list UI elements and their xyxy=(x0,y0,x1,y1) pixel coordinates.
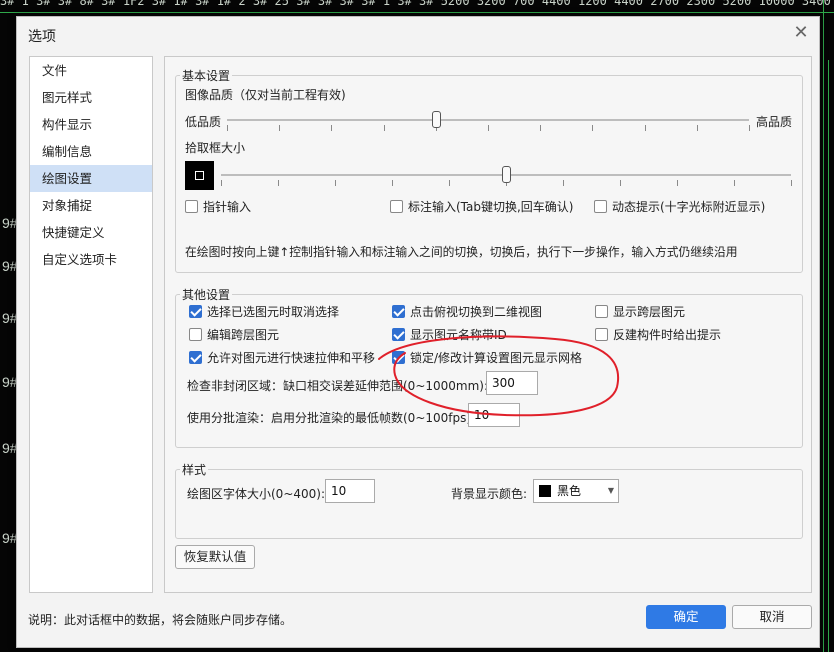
nav-item-compile-info[interactable]: 编制信息 xyxy=(30,138,152,165)
deselect-on-select-checkbox[interactable]: 选择已选图元时取消选择 xyxy=(189,303,339,320)
cad-top-labels: 3# 1 3# 3# 8# 3# 1F2 3# 1# 3# 1# 2 3# 25… xyxy=(0,0,834,8)
checkbox-label: 编辑跨层图元 xyxy=(207,328,280,342)
input-mode-hint: 在绘图时按向上键↑控制指针输入和标注输入之间的切换，切换后，执行下一步操作，输入… xyxy=(185,245,738,259)
bg-color-value: 黑色 xyxy=(557,484,582,498)
slider-tick xyxy=(540,125,542,131)
dimension-input-label: 标注输入(Tab键切换,回车确认) xyxy=(408,200,574,214)
font-size-input[interactable]: 10 xyxy=(325,479,375,503)
checkbox-checked-icon xyxy=(189,351,202,364)
basic-settings-legend: 基本设置 xyxy=(182,69,231,83)
quick-stretch-checkbox[interactable]: 允许对图元进行快速拉伸和平移 xyxy=(189,349,375,366)
nav-item-element-style[interactable]: 图元样式 xyxy=(30,84,152,111)
slider-tick xyxy=(392,180,393,186)
color-swatch xyxy=(539,485,551,497)
slider-tick xyxy=(592,125,594,131)
dynamic-tip-checkbox[interactable]: 动态提示(十字光标附近显示) xyxy=(594,198,765,215)
pick-box-square-icon xyxy=(195,171,204,180)
nav-item-shortcuts[interactable]: 快捷键定义 xyxy=(30,219,152,246)
slider-tick xyxy=(734,180,735,186)
show-cross-layer-checkbox[interactable]: 显示跨层图元 xyxy=(595,303,685,320)
options-dialog: 选项 ✕ 文件 图元样式 构件显示 编制信息 绘图设置 对象捕捉 快捷键定义 自… xyxy=(16,16,820,648)
dynamic-tip-label: 动态提示(十字光标附近显示) xyxy=(612,200,766,214)
slider-tick xyxy=(696,125,698,131)
checkbox-icon xyxy=(185,200,198,213)
pointer-input-label: 指针输入 xyxy=(203,200,252,214)
checkbox-label: 点击俯视切换到二维视图 xyxy=(410,305,543,319)
checkbox-icon xyxy=(594,200,607,213)
dimension-input-checkbox[interactable]: 标注输入(Tab键切换,回车确认) xyxy=(390,198,574,215)
style-legend: 样式 xyxy=(182,463,207,477)
slider-tick xyxy=(279,125,281,131)
slider-tick xyxy=(791,180,792,186)
restore-defaults-button[interactable]: 恢复默认值 xyxy=(175,545,255,569)
cad-left-marks: 9# 9# 9# 9# 9# 9# xyxy=(2,0,18,652)
chevron-down-icon: ▼ xyxy=(607,486,614,495)
pick-box-slider-thumb[interactable] xyxy=(502,166,511,183)
bg-color-select[interactable]: 黑色 ▼ xyxy=(533,479,619,503)
slider-tick xyxy=(335,180,336,186)
settings-panel: 基本设置 图像品质（仅对当前工程有效) 低品质 高品质 拾取框大小 指针输入 标… xyxy=(164,56,812,593)
slider-tick xyxy=(677,180,678,186)
footer-note: 说明：此对话框中的数据，将会随账户同步存储。 xyxy=(28,613,293,627)
slider-tick xyxy=(449,180,450,186)
bg-color-label: 背景显示颜色: xyxy=(451,487,528,501)
high-quality-label: 高品质 xyxy=(756,115,793,129)
cad-grid-line xyxy=(823,0,824,652)
annotation-ellipse xyxy=(378,335,620,417)
checkbox-icon xyxy=(390,200,403,213)
slider-tick xyxy=(227,125,228,131)
nav-item-object-snap[interactable]: 对象捕捉 xyxy=(30,192,152,219)
slider-tick xyxy=(620,180,621,186)
slider-tick xyxy=(383,125,385,131)
nav-item-custom-tab[interactable]: 自定义选项卡 xyxy=(30,246,152,273)
slider-tick xyxy=(563,180,564,186)
checkbox-checked-icon xyxy=(189,305,202,318)
checkbox-icon xyxy=(189,328,202,341)
top-view-2d-checkbox[interactable]: 点击俯视切换到二维视图 xyxy=(392,303,542,320)
cad-grid-line xyxy=(0,12,834,13)
checkbox-checked-icon xyxy=(392,305,405,318)
close-icon[interactable]: ✕ xyxy=(791,23,811,43)
nav-item-file[interactable]: 文件 xyxy=(30,57,152,84)
slider-tick xyxy=(644,125,646,131)
slider-tick xyxy=(221,180,222,186)
nav-item-component-display[interactable]: 构件显示 xyxy=(30,111,152,138)
edit-cross-layer-checkbox[interactable]: 编辑跨层图元 xyxy=(189,326,279,343)
image-quality-label: 图像品质（仅对当前工程有效) xyxy=(185,88,346,102)
options-nav: 文件 图元样式 构件显示 编制信息 绘图设置 对象捕捉 快捷键定义 自定义选项卡 xyxy=(29,56,153,593)
font-size-label: 绘图区字体大小(0~400): xyxy=(187,487,326,501)
image-quality-slider-thumb[interactable] xyxy=(431,111,441,128)
slider-tick xyxy=(278,180,279,186)
image-quality-slider[interactable] xyxy=(227,119,749,121)
ok-button[interactable]: 确定 xyxy=(646,605,726,629)
checkbox-label: 显示跨层图元 xyxy=(613,305,686,319)
other-settings-legend: 其他设置 xyxy=(182,288,231,302)
checkbox-label: 允许对图元进行快速拉伸和平移 xyxy=(207,351,376,365)
cancel-button[interactable]: 取消 xyxy=(732,605,812,629)
checkbox-label: 反建构件时给出提示 xyxy=(613,328,722,342)
slider-tick xyxy=(331,125,333,131)
pick-box-preview xyxy=(185,161,214,190)
dialog-title: 选项 xyxy=(28,29,56,45)
checkbox-label: 选择已选图元时取消选择 xyxy=(207,305,340,319)
slider-tick xyxy=(749,125,750,131)
low-quality-label: 低品质 xyxy=(185,115,222,129)
pointer-input-checkbox[interactable]: 指针输入 xyxy=(185,198,251,215)
pick-box-label: 拾取框大小 xyxy=(185,141,246,155)
cad-grid-line xyxy=(828,60,829,652)
slider-tick xyxy=(488,125,489,131)
nav-item-drawing-settings[interactable]: 绘图设置 xyxy=(30,165,152,192)
checkbox-icon xyxy=(595,305,608,318)
